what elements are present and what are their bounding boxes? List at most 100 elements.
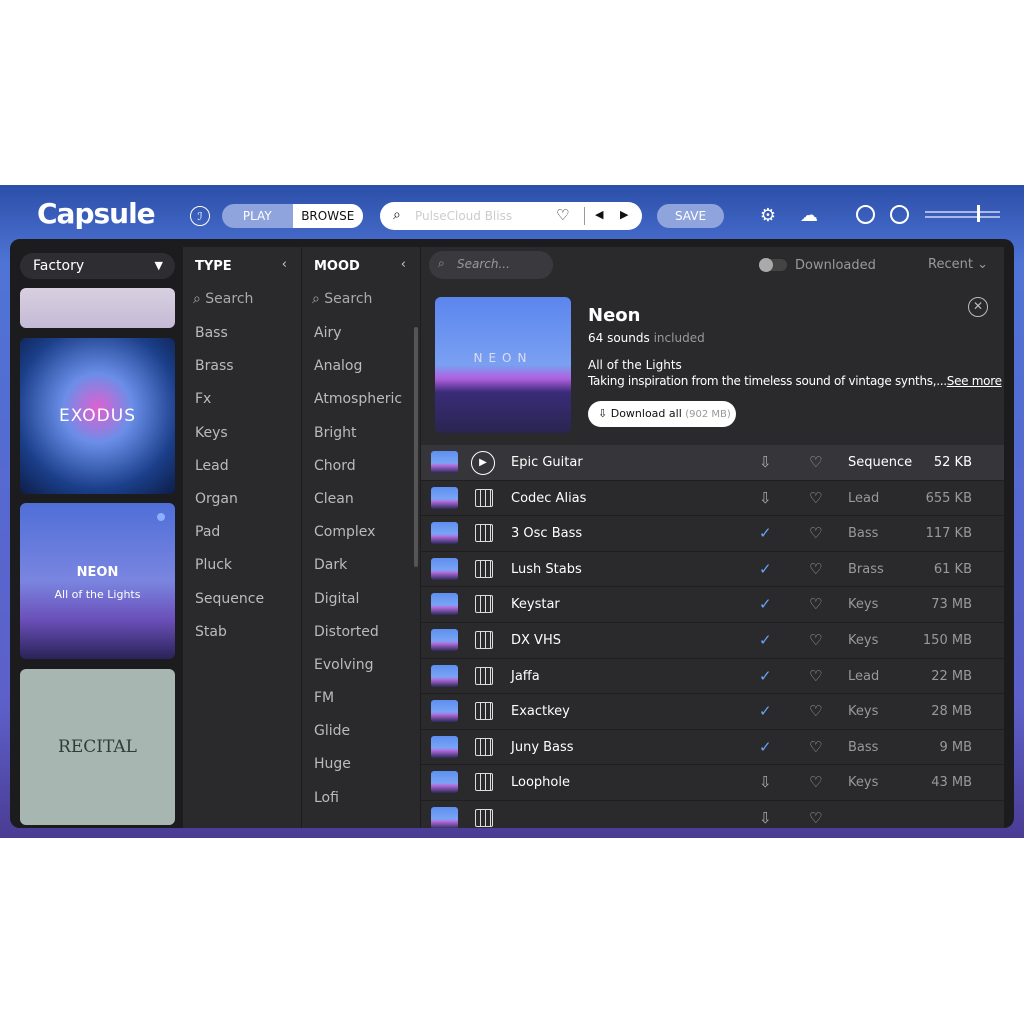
sound-row[interactable]: Exactkey ✓ ♡ Keys 28 MB [421,694,1004,730]
download-icon[interactable]: ⇩ [759,773,772,791]
type-filter-item[interactable]: Stab [183,616,301,649]
volume-slider[interactable] [925,211,1000,213]
prev-preset-icon[interactable]: ◀ [595,208,603,221]
sound-row[interactable]: Keystar ✓ ♡ Keys 73 MB [421,587,1004,623]
check-icon: ✓ [759,702,772,721]
caret-down-icon: ▼ [154,259,163,272]
sound-size: 52 KB [933,455,972,470]
sound-row[interactable]: Lush Stabs ✓ ♡ Brass 61 KB [421,552,1004,588]
type-filter-item[interactable]: Sequence [183,583,301,616]
sound-size: 655 KB [925,490,972,506]
type-filter-item[interactable]: Keys [183,417,301,450]
mood-filter-item[interactable]: Bright [302,417,420,450]
sound-row[interactable]: ⇩ ♡ [421,801,1004,828]
mood-filter-item[interactable]: Complex [302,516,420,549]
heart-icon[interactable]: ♡ [809,595,822,613]
sound-row[interactable]: ▶ Epic Guitar ⇩ ♡ Sequence 52 KB [421,445,1004,481]
next-preset-icon[interactable]: ▶ [620,208,628,221]
download-icon[interactable]: ⇩ [759,453,772,471]
mood-filter-item[interactable]: Lofi [302,782,420,815]
knob-icon[interactable] [856,205,875,224]
sound-row[interactable]: Jaffa ✓ ♡ Lead 22 MB [421,659,1004,695]
type-filter-item[interactable]: Bass [183,317,301,350]
type-filter-item[interactable]: Pluck [183,549,301,582]
tab-play[interactable]: PLAY [222,204,293,228]
download-icon: ⇩ [598,407,608,420]
heart-icon[interactable]: ♡ [809,489,822,507]
sound-size: 61 KB [933,561,972,577]
downloaded-toggle[interactable] [759,258,787,272]
sound-size: 43 MB [931,775,972,791]
mood-filter-item[interactable]: Glide [302,715,420,748]
library-dropdown[interactable]: Factory ▼ [20,253,175,279]
mode-toggle[interactable]: PLAY BROWSE [222,204,363,228]
heart-icon[interactable]: ♡ [809,631,822,649]
library-card-recital[interactable]: RECITAL [20,669,175,825]
download-icon[interactable]: ⇩ [759,489,772,507]
tab-browse[interactable]: BROWSE [292,204,363,228]
pack-count: 64 sounds [588,331,650,345]
type-filter-item[interactable]: Pad [183,516,301,549]
heart-icon[interactable]: ♡ [809,667,822,685]
type-search-input[interactable]: ⌕ Search [183,282,301,317]
type-filter-item[interactable]: Fx [183,383,301,416]
info-icon[interactable]: ℐ [190,206,210,226]
heart-icon[interactable]: ♡ [809,560,822,578]
sound-row[interactable]: 3 Osc Bass ✓ ♡ Bass 117 KB [421,516,1004,552]
card-title: RECITAL [58,737,137,757]
heart-icon[interactable]: ♡ [809,809,822,827]
sound-search-input[interactable]: ⌕ Search... [429,251,553,279]
piano-keys-icon [475,595,493,614]
scrollbar[interactable] [414,327,418,567]
mood-filter-item[interactable]: Dark [302,549,420,582]
sound-thumbnail [431,771,458,794]
type-filter-item[interactable]: Brass [183,350,301,383]
mood-filter-item[interactable]: Analog [302,350,420,383]
mood-filter-item[interactable]: Clean [302,483,420,516]
sounds-pane: ⌕ Search... Downloaded Recent ⌄ NEON Neon… [421,247,1004,828]
heart-icon[interactable]: ♡ [809,524,822,542]
library-card-exodus[interactable]: EXODUS [20,338,175,494]
collapse-icon[interactable]: ‹ [401,257,406,272]
volume-slider-handle[interactable] [977,205,980,222]
save-button[interactable]: SAVE [657,204,724,228]
sound-size: 9 MB [939,739,972,755]
heart-icon[interactable]: ♡ [809,702,822,720]
sound-row[interactable]: Loophole ⇩ ♡ Keys 43 MB [421,765,1004,801]
mood-filter-item[interactable]: Chord [302,450,420,483]
sound-size: 28 MB [931,704,972,720]
sound-row[interactable]: Juny Bass ✓ ♡ Bass 9 MB [421,730,1004,766]
library-card-neon[interactable]: NEON All of the Lights [20,503,175,659]
mood-filter-item[interactable]: Huge [302,748,420,781]
heart-icon[interactable]: ♡ [809,773,822,791]
cloud-icon[interactable]: ☁ [798,205,820,226]
download-all-button[interactable]: ⇩ Download all (902 MB) [588,401,736,427]
type-filter-item[interactable]: Lead [183,450,301,483]
sound-thumbnail [431,735,458,758]
see-more-link[interactable]: See more [947,374,1002,388]
heart-icon[interactable]: ♡ [809,738,822,756]
close-icon[interactable]: ✕ [968,297,988,317]
preset-search-input[interactable]: PulseCloud Bliss [415,209,512,223]
sound-row[interactable]: Codec Alias ⇩ ♡ Lead 655 KB [421,481,1004,517]
heart-icon[interactable]: ♡ [556,206,569,224]
library-card-piano[interactable] [20,288,175,328]
mood-filter-item[interactable]: Airy [302,317,420,350]
mood-search-input[interactable]: ⌕ Search [302,282,420,317]
play-icon[interactable]: ▶ [471,451,495,475]
knob-icon[interactable] [890,205,909,224]
browser-panel: Factory ▼ EXODUS NEON All of the Lights R… [10,239,1014,828]
collapse-icon[interactable]: ‹ [282,257,287,272]
mood-filter-item[interactable]: Distorted [302,616,420,649]
mood-filter-item[interactable]: FM [302,682,420,715]
preset-search-bar[interactable]: ⌕ PulseCloud Bliss ♡ ◀ ▶ [380,202,642,230]
sound-row[interactable]: DX VHS ✓ ♡ Keys 150 MB [421,623,1004,659]
download-icon[interactable]: ⇩ [759,809,772,827]
gear-icon[interactable]: ⚙ [758,205,778,226]
sort-dropdown[interactable]: Recent ⌄ [928,257,988,272]
heart-icon[interactable]: ♡ [809,453,822,471]
mood-filter-item[interactable]: Evolving [302,649,420,682]
mood-filter-item[interactable]: Digital [302,583,420,616]
type-filter-item[interactable]: Organ [183,483,301,516]
mood-filter-item[interactable]: Atmospheric [302,383,420,416]
